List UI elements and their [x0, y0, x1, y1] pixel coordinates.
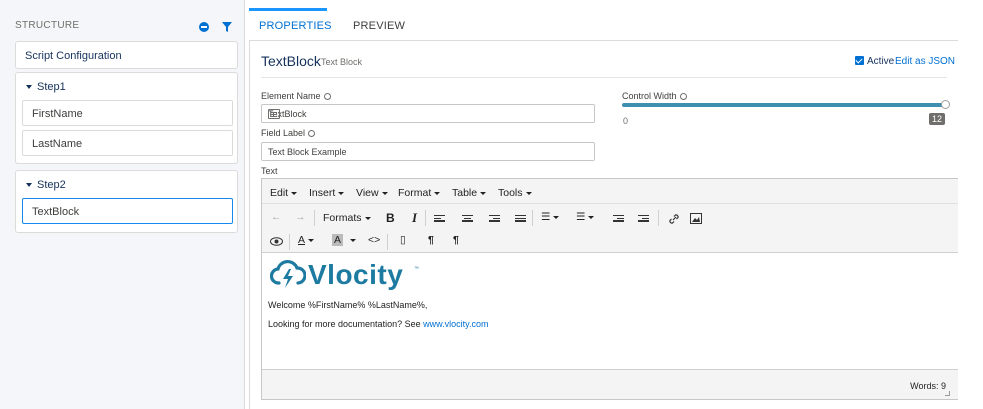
control-width-slider[interactable] — [622, 103, 947, 107]
field-label-value: Text Block Example — [268, 147, 347, 157]
step2-label: Step2 — [37, 179, 66, 191]
welcome-text: Welcome %FirstName% %LastName%, — [268, 300, 428, 310]
structure-panel: STRUCTURE Script Configuration Step1 Fir… — [0, 0, 245, 409]
preview-eye-icon[interactable] — [270, 237, 283, 246]
tab-bar: PROPERTIES PREVIEW — [249, 8, 959, 41]
menu-insert[interactable]: Insert — [309, 187, 345, 199]
caret-down-icon[interactable] — [26, 85, 32, 90]
step1-label: Step1 — [37, 81, 66, 93]
structure-header: STRUCTURE — [0, 8, 245, 36]
element-name-input[interactable]: TextBlock — [261, 104, 595, 123]
caret-down-icon[interactable] — [26, 183, 32, 188]
align-justify-icon[interactable] — [515, 215, 526, 224]
menu-tools[interactable]: Tools — [498, 187, 532, 199]
element-title: TextBlock — [261, 53, 321, 69]
script-configuration-label: Script Configuration — [25, 50, 122, 62]
slider-current-value: 12 — [929, 113, 946, 125]
filter-icon[interactable] — [221, 21, 233, 33]
vlocity-link[interactable]: www.vlocity.com — [423, 319, 488, 329]
image-icon[interactable] — [690, 213, 702, 224]
collapse-all-icon[interactable] — [199, 22, 209, 32]
active-checkbox[interactable] — [855, 56, 864, 65]
menu-format[interactable]: Format — [398, 187, 441, 199]
rtl-icon[interactable]: ¶ — [453, 234, 459, 246]
merge-fields-icon[interactable] — [268, 109, 280, 119]
align-center-icon[interactable] — [462, 215, 473, 224]
info-icon — [308, 130, 316, 137]
resize-handle[interactable] — [945, 391, 950, 396]
documentation-text: Looking for more documentation? See www.… — [268, 319, 489, 329]
element-item-textblock[interactable]: TextBlock — [22, 198, 233, 224]
properties-panel: PROPERTIES PREVIEW TextBlock Text Block … — [249, 0, 981, 409]
edit-as-json-link[interactable]: Edit as JSON — [895, 56, 955, 67]
ltr-icon[interactable]: ¶ — [428, 234, 434, 246]
bookmark-icon[interactable]: ▯ — [400, 234, 406, 246]
bullet-list-icon[interactable]: ☰ — [541, 211, 560, 223]
editor-content[interactable]: Vlocity ™ Welcome %FirstName% %LastName%… — [262, 253, 980, 369]
element-item-label: TextBlock — [32, 206, 80, 218]
step1-header[interactable]: Step1 — [26, 81, 66, 93]
align-left-icon[interactable] — [434, 215, 445, 224]
numbered-list-icon[interactable]: ☰ — [576, 211, 595, 223]
slider-min-value: 0 — [623, 116, 629, 126]
divider — [262, 203, 980, 204]
outdent-icon[interactable] — [613, 215, 624, 224]
undo-icon[interactable]: ← — [271, 211, 282, 223]
element-item-label: FirstName — [32, 108, 83, 120]
control-width-label: Control Width — [622, 91, 687, 101]
vlocity-logo-text: Vlocity — [308, 259, 404, 290]
tab-properties[interactable]: PROPERTIES — [259, 20, 332, 32]
divider — [532, 210, 533, 226]
field-label-input[interactable]: Text Block Example — [261, 142, 595, 161]
redo-icon[interactable]: → — [295, 211, 306, 223]
active-tab-indicator — [249, 8, 327, 11]
field-label-label: Field Label — [261, 128, 316, 138]
italic-icon[interactable]: I — [412, 210, 417, 226]
vlocity-cloud-icon — [270, 259, 306, 288]
formats-dropdown[interactable]: Formats — [323, 212, 371, 224]
element-item-label: LastName — [32, 138, 83, 150]
script-configuration-item[interactable]: Script Configuration — [15, 41, 238, 69]
align-right-icon[interactable] — [489, 215, 500, 224]
slider-handle[interactable] — [941, 100, 950, 109]
structure-title: STRUCTURE — [15, 20, 80, 31]
link-icon[interactable] — [668, 213, 680, 225]
divider — [658, 210, 659, 226]
divider — [314, 210, 315, 226]
step2-header[interactable]: Step2 — [26, 179, 66, 191]
trademark-mark: ™ — [414, 266, 419, 272]
text-label: Text — [261, 166, 278, 176]
word-count: Words: 9 — [910, 381, 946, 391]
menu-table[interactable]: Table — [452, 187, 487, 199]
text-color-icon[interactable]: A — [298, 234, 315, 246]
step-card-step2: Step2 TextBlock — [15, 170, 238, 233]
element-item-firstname[interactable]: FirstName — [22, 100, 233, 126]
element-type-subtitle: Text Block — [321, 57, 363, 67]
background-color-dropdown[interactable] — [347, 234, 356, 246]
source-code-icon[interactable]: <> — [368, 234, 380, 246]
divider — [261, 77, 947, 78]
active-label[interactable]: Active — [867, 56, 894, 67]
background-color-icon[interactable]: A — [332, 234, 344, 246]
element-name-label: Element Name — [261, 91, 331, 101]
divider — [289, 234, 290, 250]
rich-text-editor: Edit Insert View Format Table Tools ← → … — [261, 178, 981, 400]
page-margin — [958, 0, 983, 409]
menu-edit[interactable]: Edit — [270, 187, 298, 199]
divider — [387, 234, 388, 250]
editor-toolbar: Edit Insert View Format Table Tools ← → … — [262, 179, 980, 253]
element-item-lastname[interactable]: LastName — [22, 130, 233, 156]
tab-preview[interactable]: PREVIEW — [353, 20, 405, 32]
bold-icon[interactable]: B — [386, 211, 395, 225]
menu-view[interactable]: View — [356, 187, 388, 199]
info-icon — [323, 93, 331, 100]
step-card-step1: Step1 FirstName LastName — [15, 72, 238, 164]
divider — [425, 210, 426, 226]
indent-icon[interactable] — [638, 215, 649, 224]
editor-status-bar: Words: 9 — [262, 369, 980, 399]
info-icon — [679, 93, 687, 100]
